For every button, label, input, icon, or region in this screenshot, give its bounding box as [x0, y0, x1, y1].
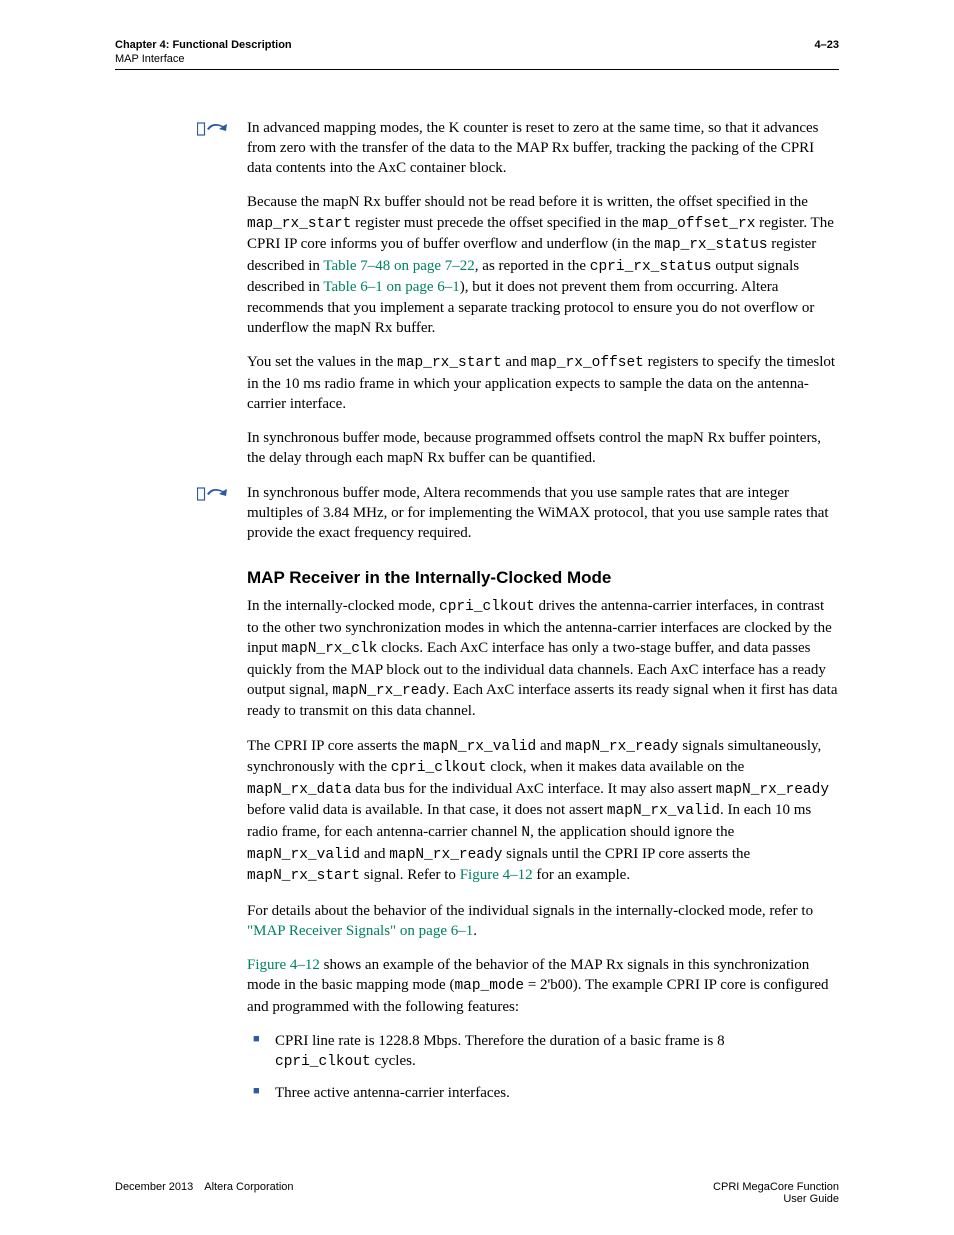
signal-name: mapN_rx_valid — [247, 847, 360, 863]
text: and — [502, 354, 531, 370]
text: before valid data is available. In that … — [247, 802, 607, 818]
register-name: map_rx_offset — [531, 355, 644, 371]
page-footer: December 2013 Altera Corporation CPRI Me… — [115, 1181, 839, 1205]
list-item: Three active antenna-carrier interfaces. — [247, 1083, 839, 1103]
register-name: map_mode — [454, 978, 524, 994]
register-name: map_rx_start — [397, 355, 501, 371]
text: and — [536, 738, 565, 754]
signal-name: mapN_rx_ready — [565, 739, 678, 755]
page-number: 4–23 — [815, 38, 839, 67]
paragraph: In the internally-clocked mode, cpri_clk… — [247, 596, 839, 721]
signal-name: mapN_rx_valid — [607, 803, 720, 819]
footer-doc-sub: User Guide — [713, 1193, 839, 1205]
signal-name: mapN_rx_valid — [423, 739, 536, 755]
signal-name: mapN_rx_clk — [282, 641, 378, 657]
paragraph: You set the values in the map_rx_start a… — [247, 352, 839, 414]
footer-left: December 2013 Altera Corporation — [115, 1181, 294, 1205]
signal-name: mapN_rx_start — [247, 868, 360, 884]
paragraph: In synchronous buffer mode, Altera recom… — [247, 483, 839, 544]
cross-ref-link[interactable]: Figure 4–12 — [460, 867, 533, 883]
cross-ref-link[interactable]: Table 6–1 on page 6–1 — [323, 279, 459, 295]
text: . — [473, 923, 477, 939]
text: , as reported in the — [475, 258, 590, 274]
signal-name: cpri_clkout — [275, 1054, 371, 1070]
text: for an example. — [533, 867, 630, 883]
register-name: cpri_rx_status — [590, 259, 712, 275]
paragraph: In synchronous buffer mode, because prog… — [247, 428, 839, 469]
signal-name: mapN_rx_ready — [389, 847, 502, 863]
note-pointer-icon — [197, 120, 231, 138]
section-label: MAP Interface — [115, 52, 292, 66]
signal-name: cpri_clkout — [391, 760, 487, 776]
signal-name: N — [521, 825, 530, 841]
register-name: map_rx_status — [654, 237, 767, 253]
text: signal. Refer to — [360, 867, 460, 883]
paragraph: For details about the behavior of the in… — [247, 901, 839, 942]
text: and — [360, 846, 389, 862]
text: data bus for the individual AxC interfac… — [351, 781, 715, 797]
cross-ref-link[interactable]: Table 7–48 on page 7–22 — [323, 258, 474, 274]
paragraph: Figure 4–12 shows an example of the beha… — [247, 955, 839, 1017]
text: register must precede the offset specifi… — [351, 215, 642, 231]
text: cycles. — [371, 1053, 416, 1069]
signal-name: mapN_rx_data — [247, 782, 351, 798]
bullet-list: CPRI line rate is 1228.8 Mbps. Therefore… — [247, 1031, 839, 1103]
text: For details about the behavior of the in… — [247, 903, 813, 919]
body-content: In advanced mapping modes, the K counter… — [247, 118, 839, 1104]
note-pointer-icon — [197, 485, 231, 503]
text: Because the mapN Rx buffer should not be… — [247, 194, 808, 210]
text: signals until the CPRI IP core asserts t… — [502, 846, 750, 862]
chapter-label: Chapter 4: Functional Description — [115, 38, 292, 52]
paragraph: In advanced mapping modes, the K counter… — [247, 118, 839, 179]
footer-right: CPRI MegaCore Function User Guide — [713, 1181, 839, 1205]
text: You set the values in the — [247, 354, 397, 370]
text: Three active antenna-carrier interfaces. — [275, 1085, 510, 1101]
signal-name: mapN_rx_ready — [332, 683, 445, 699]
text: CPRI line rate is 1228.8 Mbps. Therefore… — [275, 1033, 725, 1049]
list-item: CPRI line rate is 1228.8 Mbps. Therefore… — [247, 1031, 839, 1073]
text: In the internally-clocked mode, — [247, 598, 439, 614]
register-name: map_offset_rx — [642, 216, 755, 232]
paragraph: The CPRI IP core asserts the mapN_rx_val… — [247, 736, 839, 887]
text: , the application should ignore the — [530, 824, 734, 840]
header-rule — [115, 69, 839, 70]
page-header: Chapter 4: Functional Description MAP In… — [115, 38, 839, 67]
section-heading: MAP Receiver in the Internally-Clocked M… — [247, 567, 839, 590]
text: The CPRI IP core asserts the — [247, 738, 423, 754]
cross-ref-link[interactable]: "MAP Receiver Signals" on page 6–1 — [247, 923, 473, 939]
cross-ref-link[interactable]: Figure 4–12 — [247, 957, 320, 973]
paragraph: Because the mapN Rx buffer should not be… — [247, 192, 839, 338]
footer-doc-title: CPRI MegaCore Function — [713, 1181, 839, 1193]
text: clock, when it makes data available on t… — [486, 759, 744, 775]
signal-name: mapN_rx_ready — [716, 782, 829, 798]
signal-name: cpri_clkout — [439, 599, 535, 615]
register-name: map_rx_start — [247, 216, 351, 232]
